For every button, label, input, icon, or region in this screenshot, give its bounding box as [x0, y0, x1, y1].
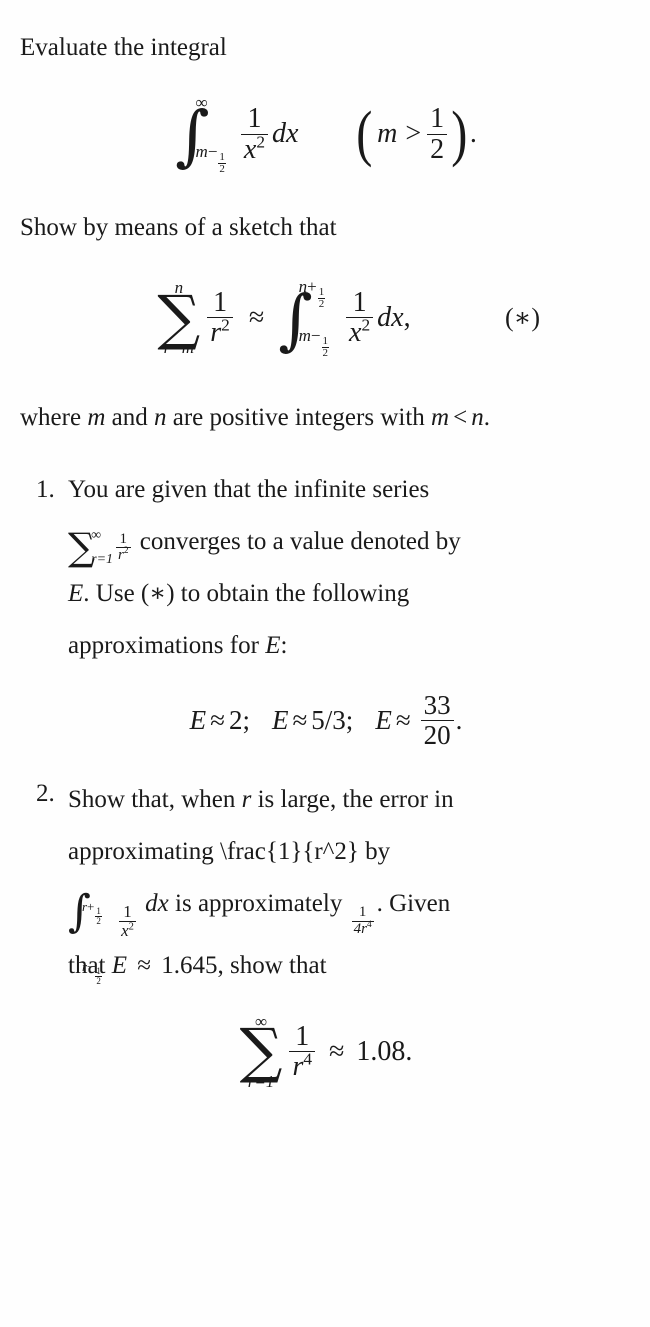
equation-approximations: E ≈ 2 ; E ≈ 5/3 ; E ≈ 33 20 .: [20, 672, 632, 768]
list-item-1: You are given that the infinite series ∑…: [20, 464, 632, 768]
equation-integral-display: ∫ ∞ m− 1 2 1 x2 dx ( m > 1 2 ) .: [20, 74, 632, 194]
eq3-approx2: ≈: [292, 705, 308, 735]
where-var-n: n: [154, 404, 167, 431]
equation-4-body: ∞ ∑ r=1 1 r4 ≈ 1.08 .: [240, 1012, 413, 1092]
eq3-sep2: ;: [345, 705, 354, 735]
where-text-a: where: [20, 404, 82, 431]
left-paren: (: [356, 100, 373, 169]
integral-upper-limit: ∞: [195, 93, 208, 112]
item2-text-g: , show that: [217, 951, 327, 979]
eq3-value1: 2: [228, 705, 243, 735]
item2-text-e: . Given: [376, 890, 451, 917]
integrand-fraction-2: 1 x2: [346, 288, 374, 348]
equation-2-comma: ,: [403, 301, 411, 333]
approx-relation: ≈: [248, 301, 265, 333]
inline-sum-limits: ∞ r=1: [91, 527, 114, 567]
integral-limits-3: r+ 1 2 r− 1 2: [81, 899, 102, 986]
item2-text-b: is large, the error in: [257, 786, 454, 813]
equation-1-body: ∫ ∞ m− 1 2 1 x2 dx ( m > 1 2 ) .: [175, 93, 477, 175]
item2-text-a: Show that, when: [68, 786, 236, 813]
item2-text-d: is approximately: [175, 890, 343, 917]
eq3-E2: E: [271, 705, 289, 735]
integrand-denominator: x2: [240, 133, 269, 164]
item1-text-c: . Use (∗) to obtain the following: [83, 580, 410, 607]
item1-text-a: You are given that the infinite series: [68, 476, 430, 503]
where-period: .: [483, 404, 490, 431]
item2-var-E: E: [111, 951, 128, 979]
item2-dx: dx: [145, 890, 169, 917]
sum4-value: 1.08: [356, 1035, 406, 1067]
item1-text-b: converges to a value denoted by: [139, 528, 461, 555]
equation-final-sum: ∞ ∑ r=1 1 r4 ≈ 1.08 .: [20, 992, 632, 1112]
list-item-2: Show that, when r is large, the error in…: [20, 768, 632, 1112]
where-text-c: are positive integers with: [172, 404, 425, 431]
integral-operator: ∫ ∞ m− 1 2: [175, 93, 227, 175]
eq3-E3: E: [375, 705, 392, 735]
sum4-approx: ≈: [329, 1035, 345, 1067]
where-text-b: and: [111, 404, 148, 431]
integral-limits: ∞ m− 1 2: [196, 93, 227, 175]
eq3-E1: E: [189, 705, 207, 735]
integral-upper-limit-2: n+ 1 2: [298, 276, 326, 311]
condition-fraction: 1 2: [427, 104, 448, 164]
document-page: Evaluate the integral ∫ ∞ m− 1 2 1 x2 dx (…: [0, 0, 650, 1112]
right-paren: ): [451, 100, 468, 169]
integral-lower-limit: m− 1 2: [195, 141, 226, 175]
equation-1-period: .: [469, 118, 477, 149]
item1-var-E2: E: [265, 632, 281, 659]
item2-integral: ∫ r+ 1 2 r− 1 2: [68, 885, 103, 986]
integral-lower-limit-2: m− 1 2: [298, 325, 329, 359]
intro-paragraph: Evaluate the integral: [20, 34, 227, 61]
item1-text-e: :: [280, 632, 288, 659]
inline-sum-term: 1 r2: [116, 530, 131, 564]
equation-2-body: n ∑ r=m 1 r2 ≈ ∫ n+ 1 2 m− 1 2 1 x2 dx ,: [157, 277, 411, 359]
sigma-sign-4: ∑: [239, 1016, 283, 1087]
sum4-term: 1 r4: [289, 1021, 316, 1082]
question-list: You are given that the infinite series ∑…: [20, 444, 632, 1112]
differential-dx-2: dx: [377, 301, 404, 333]
item2-error-fraction: 1 4r4: [351, 904, 374, 937]
integrand-fraction: 1 x2: [240, 104, 269, 164]
item2-integrand: 1 x2: [119, 901, 136, 940]
eq3-value2: 5/3: [311, 705, 346, 735]
item2-approx: ≈: [137, 951, 152, 979]
sum4-period: .: [405, 1035, 413, 1067]
eq3-fraction: 33 20: [420, 691, 454, 749]
eq3-period: .: [455, 705, 463, 735]
where-paragraph: where m and n are positive integers with…: [20, 382, 632, 444]
eq3-approx1: ≈: [210, 705, 225, 735]
item2-var-r: r: [241, 786, 252, 813]
item1-var-E: E: [68, 580, 84, 607]
differential-dx: dx: [272, 118, 299, 149]
where-inequality: m < n: [431, 404, 484, 431]
summation-operator-4: ∞ ∑ r=1: [240, 1012, 283, 1092]
sum4-lower: r=1: [247, 1072, 275, 1092]
equation-tag-star: (∗): [505, 303, 540, 332]
condition-operator: >: [405, 118, 422, 149]
item1-inline-sum: ∑ ∞ r=1 1 r2: [68, 527, 134, 567]
eq3-approx3: ≈: [395, 705, 411, 735]
integral-limits-2: n+ 1 2 m− 1 2: [299, 277, 330, 358]
sum-term-fraction: 1 r2: [207, 288, 233, 348]
equation-3-body: E ≈ 2 ; E ≈ 5/3 ; E ≈ 33 20 .: [190, 691, 463, 749]
sigma-sign: ∑: [157, 282, 201, 353]
summation-operator: n ∑ r=m: [157, 278, 200, 358]
where-var-m: m: [87, 404, 106, 431]
condition-variable: m: [377, 118, 398, 149]
item2-E-value: 1.645: [161, 951, 218, 979]
item2-text-c: approximating \frac{1}{r^2} by: [68, 838, 391, 865]
integral-operator-2: ∫ n+ 1 2 m− 1 2: [278, 277, 330, 358]
sketch-paragraph: Show by means of a sketch that: [20, 214, 337, 241]
eq3-sep1: ;: [242, 705, 250, 735]
sum-lower-limit: r=m: [163, 338, 195, 358]
item1-text-d: approximations for: [68, 632, 259, 659]
equation-sum-display: n ∑ r=m 1 r2 ≈ ∫ n+12 m−12 1 x2 dx ,: [20, 254, 632, 382]
